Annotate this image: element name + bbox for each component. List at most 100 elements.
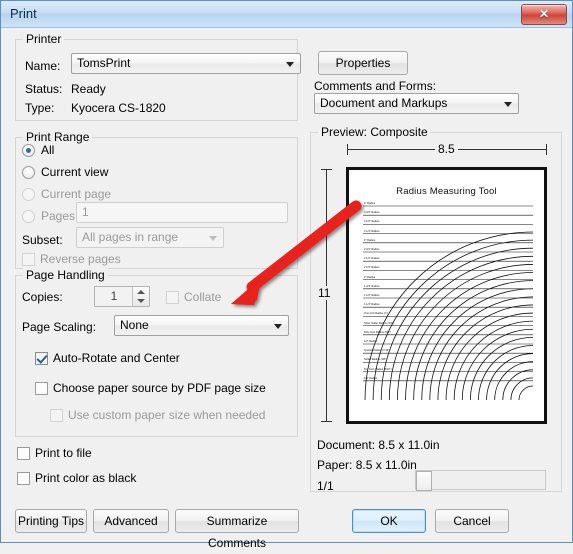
print-to-file-checkbox[interactable]: Print to file <box>17 446 167 462</box>
chevron-down-icon <box>286 62 294 67</box>
preview-document-title: Radius Measuring Tool <box>396 186 497 197</box>
radio-all-label: All <box>41 143 55 157</box>
radius-label: 3" Radius <box>364 238 376 242</box>
print-color-as-black-box <box>17 472 30 485</box>
custom-paper-size-label: Use custom paper size when needed <box>68 408 266 422</box>
print-dialog: Print ✕ Printer Name: TomsPrint Status: … <box>0 0 573 550</box>
height-ruler-bottom-cap <box>321 421 332 422</box>
radio-current-view[interactable]: Current view <box>22 165 162 181</box>
page-scaling-combo[interactable]: None <box>114 315 289 336</box>
width-ruler-left-cap <box>347 144 348 155</box>
radius-label: 2" Radius <box>364 275 376 279</box>
page-handling-group-label: Page Handling <box>23 268 108 282</box>
subset-value: All pages in range <box>82 230 179 244</box>
spinner-up-icon[interactable] <box>137 290 145 294</box>
reverse-pages-box <box>22 253 35 266</box>
auto-rotate-label: Auto-Rotate and Center <box>53 351 180 365</box>
printer-name-combo[interactable]: TomsPrint <box>71 53 301 74</box>
page-preview-sheet: Radius Measuring Tool 4" Radius 3 3/4" Ra… <box>346 167 547 424</box>
printer-group-label: Printer <box>23 32 65 46</box>
preview-group-label: Preview: Composite <box>318 125 431 139</box>
radius-label: Fifty Cent Radius (5/8") <box>364 330 391 334</box>
printer-name-value: TomsPrint <box>77 56 131 70</box>
cancel-button[interactable]: Cancel <box>435 509 509 533</box>
printer-type-value: Kyocera CS-1820 <box>71 101 166 115</box>
print-color-as-black-checkbox[interactable]: Print color as black <box>17 471 197 487</box>
ok-button[interactable]: OK <box>352 509 426 533</box>
radius-label: 2 1/4" Radius <box>364 266 380 270</box>
choose-paper-source-box <box>35 382 48 395</box>
preview-scrollbar-thumb[interactable] <box>416 471 432 491</box>
radius-label: 1 1/2" Radius <box>364 294 380 297</box>
copies-value: 1 <box>110 289 118 303</box>
properties-button[interactable]: Properties <box>318 51 408 75</box>
comments-forms-value: Document and Markups <box>320 96 448 110</box>
radius-label: One Inch Radius (1") <box>364 312 389 316</box>
printer-status-value: Ready <box>71 82 106 96</box>
radius-label: 1/4" Radius <box>364 376 378 380</box>
document-size-info: Document: 8.5 x 11.0in <box>317 438 440 452</box>
chevron-down-icon <box>274 324 282 329</box>
copies-label: Copies: <box>22 290 63 304</box>
dialog-title: Print <box>10 6 37 21</box>
copies-stepper[interactable]: 1 <box>94 286 150 307</box>
width-ruler-label: 8.5 <box>435 142 458 156</box>
radio-all[interactable]: All <box>22 143 142 159</box>
page-counter: 1/1 <box>317 479 334 493</box>
radio-pages-indicator <box>22 210 35 223</box>
page-preview-content: Radius Measuring Tool 4" Radius 3 3/4" Ra… <box>355 176 538 415</box>
radio-current-view-indicator <box>22 166 35 179</box>
choose-paper-source-checkbox[interactable]: Choose paper source by PDF page size <box>35 381 285 397</box>
print-range-group-label: Print Range <box>23 130 93 144</box>
copies-spinner-buttons[interactable] <box>132 287 149 306</box>
auto-rotate-box <box>35 352 48 365</box>
radius-label: 2 3/4" Radius <box>364 248 380 251</box>
chevron-down-icon <box>209 236 217 241</box>
radius-label: 1/2" Radius <box>364 340 378 343</box>
radius-label: 1 3/4" Radius <box>364 284 380 288</box>
paper-size-info: Paper: 8.5 x 11.0in <box>317 458 417 472</box>
choose-paper-source-label: Choose paper source by PDF page size <box>53 381 266 395</box>
width-ruler-right-cap <box>546 144 547 155</box>
printing-tips-button[interactable]: Printing Tips <box>15 509 87 533</box>
custom-paper-size-box <box>50 409 63 422</box>
print-to-file-label: Print to file <box>35 446 92 460</box>
radius-label: 3 3/4" Radius <box>364 211 380 215</box>
pages-input: 1 <box>76 202 288 223</box>
close-icon[interactable]: ✕ <box>521 4 567 25</box>
radio-all-indicator <box>22 144 35 157</box>
radio-current-page-label: Current page <box>41 187 112 201</box>
page-scaling-label: Page Scaling: <box>22 320 97 334</box>
chevron-down-icon <box>504 102 512 107</box>
radius-label: 4" Radius <box>364 202 376 205</box>
spinner-down-icon[interactable] <box>137 299 145 303</box>
printer-name-label: Name: <box>25 59 61 73</box>
radius-label: 3 1/2" Radius <box>364 220 380 224</box>
height-ruler-label: 11 <box>315 286 334 300</box>
radius-label: Nickel Radius (3/8") <box>364 358 387 362</box>
radius-label: 2 1/2" Radius <box>364 257 380 261</box>
printer-type-label: Type: <box>25 101 55 115</box>
auto-rotate-checkbox[interactable]: Auto-Rotate and Center <box>35 351 235 367</box>
radio-current-page: Current page <box>22 187 162 203</box>
radio-pages-label: Pages <box>41 209 76 223</box>
print-color-as-black-label: Print color as black <box>35 471 137 485</box>
summarize-comments-button[interactable]: Summarize Comments <box>175 509 299 550</box>
comments-forms-combo[interactable]: Document and Markups <box>314 93 519 114</box>
page-scaling-value: None <box>120 318 149 332</box>
radius-label: 1 1/4" Radius <box>364 303 380 307</box>
preview-scrollbar[interactable] <box>415 470 546 491</box>
advanced-button[interactable]: Advanced <box>93 509 169 533</box>
collate-checkbox: Collate <box>166 290 246 306</box>
reverse-pages-checkbox: Reverse pages <box>22 252 162 268</box>
radius-label: Quarter Radius (7/16") <box>364 349 391 353</box>
comments-forms-label: Comments and Forms: <box>314 79 437 93</box>
subset-label: Subset: <box>22 233 63 247</box>
radius-label: Ten Cent Radius (5/16") <box>364 367 392 371</box>
radio-current-page-indicator <box>22 188 35 201</box>
collate-label: Collate <box>184 290 222 304</box>
height-ruler-top-cap <box>321 169 332 170</box>
radius-label: 3 1/4" Radius <box>364 229 380 233</box>
dialog-titlebar: Print ✕ <box>1 1 572 28</box>
radio-current-view-label: Current view <box>41 165 109 179</box>
